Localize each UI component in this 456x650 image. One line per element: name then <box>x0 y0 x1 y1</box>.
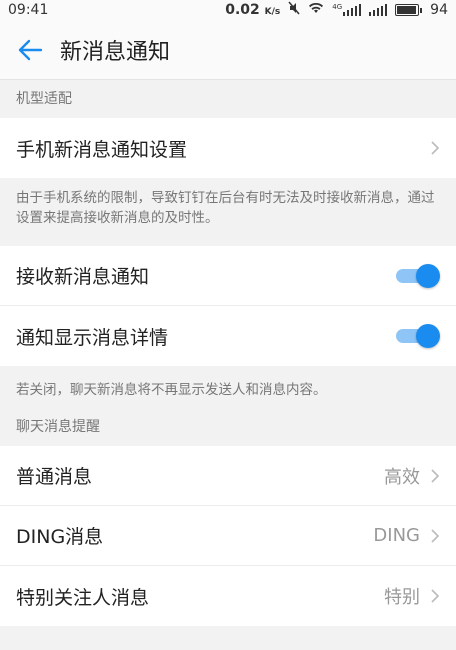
status-bar: 09:41 0.02 K/s 4G 94 <box>0 0 456 20</box>
signal-bars-icon-2 <box>369 4 388 16</box>
chevron-right-icon <box>431 141 440 155</box>
signal-bars-icon <box>343 4 362 16</box>
status-time: 09:41 <box>8 2 49 18</box>
notify-group: 接收新消息通知 通知显示消息详情 <box>0 246 456 366</box>
notify-note: 若关闭，聊天新消息将不再显示发送人和消息内容。 <box>0 366 456 408</box>
ding-message-row[interactable]: DING消息 DING <box>0 506 456 566</box>
wifi-icon <box>308 2 324 18</box>
phone-notification-settings-row[interactable]: 手机新消息通知设置 <box>0 118 456 178</box>
status-icons: 0.02 K/s 4G 94 <box>225 1 448 19</box>
receive-notification-row: 接收新消息通知 <box>0 246 456 306</box>
chevron-right-icon <box>431 528 440 543</box>
row-label: 手机新消息通知设置 <box>16 138 188 161</box>
network-speed: 0.02 K/s <box>225 2 281 18</box>
chevron-right-icon <box>431 468 440 483</box>
row-label: 接收新消息通知 <box>16 266 150 288</box>
mute-icon <box>288 1 300 19</box>
app-bar: 新消息通知 <box>0 20 456 80</box>
device-group: 手机新消息通知设置 <box>0 118 456 178</box>
row-value: 特别 <box>384 587 420 608</box>
row-label: 通知显示消息详情 <box>16 326 169 349</box>
show-details-toggle[interactable] <box>394 322 440 350</box>
row-label: DING消息 <box>16 526 104 548</box>
section-header-chat: 聊天消息提醒 <box>0 408 456 446</box>
battery-level: 94 <box>430 2 448 18</box>
cellular-signal-1: 4G <box>332 4 362 16</box>
row-value: DING <box>373 525 420 546</box>
section-header-device: 机型适配 <box>0 80 456 118</box>
battery-icon <box>395 4 423 16</box>
chat-group: 普通消息 高效 DING消息 DING 特别关注人消息 特别 <box>0 446 456 626</box>
row-value: 高效 <box>384 466 420 488</box>
chevron-right-icon <box>431 589 440 603</box>
normal-message-row[interactable]: 普通消息 高效 <box>0 446 456 506</box>
show-details-row: 通知显示消息详情 <box>0 306 456 366</box>
row-label: 普通消息 <box>16 466 93 488</box>
receive-notification-toggle[interactable] <box>394 262 440 290</box>
device-note: 由于手机系统的限制，导致钉钉在后台有时无法及时接收新消息，通过设置来提高接收新消… <box>0 178 456 240</box>
back-arrow-icon <box>18 39 43 60</box>
page-title: 新消息通知 <box>60 39 171 65</box>
row-label: 特别关注人消息 <box>16 586 150 609</box>
back-button[interactable] <box>0 20 60 80</box>
special-contact-message-row[interactable]: 特别关注人消息 特别 <box>0 566 456 626</box>
